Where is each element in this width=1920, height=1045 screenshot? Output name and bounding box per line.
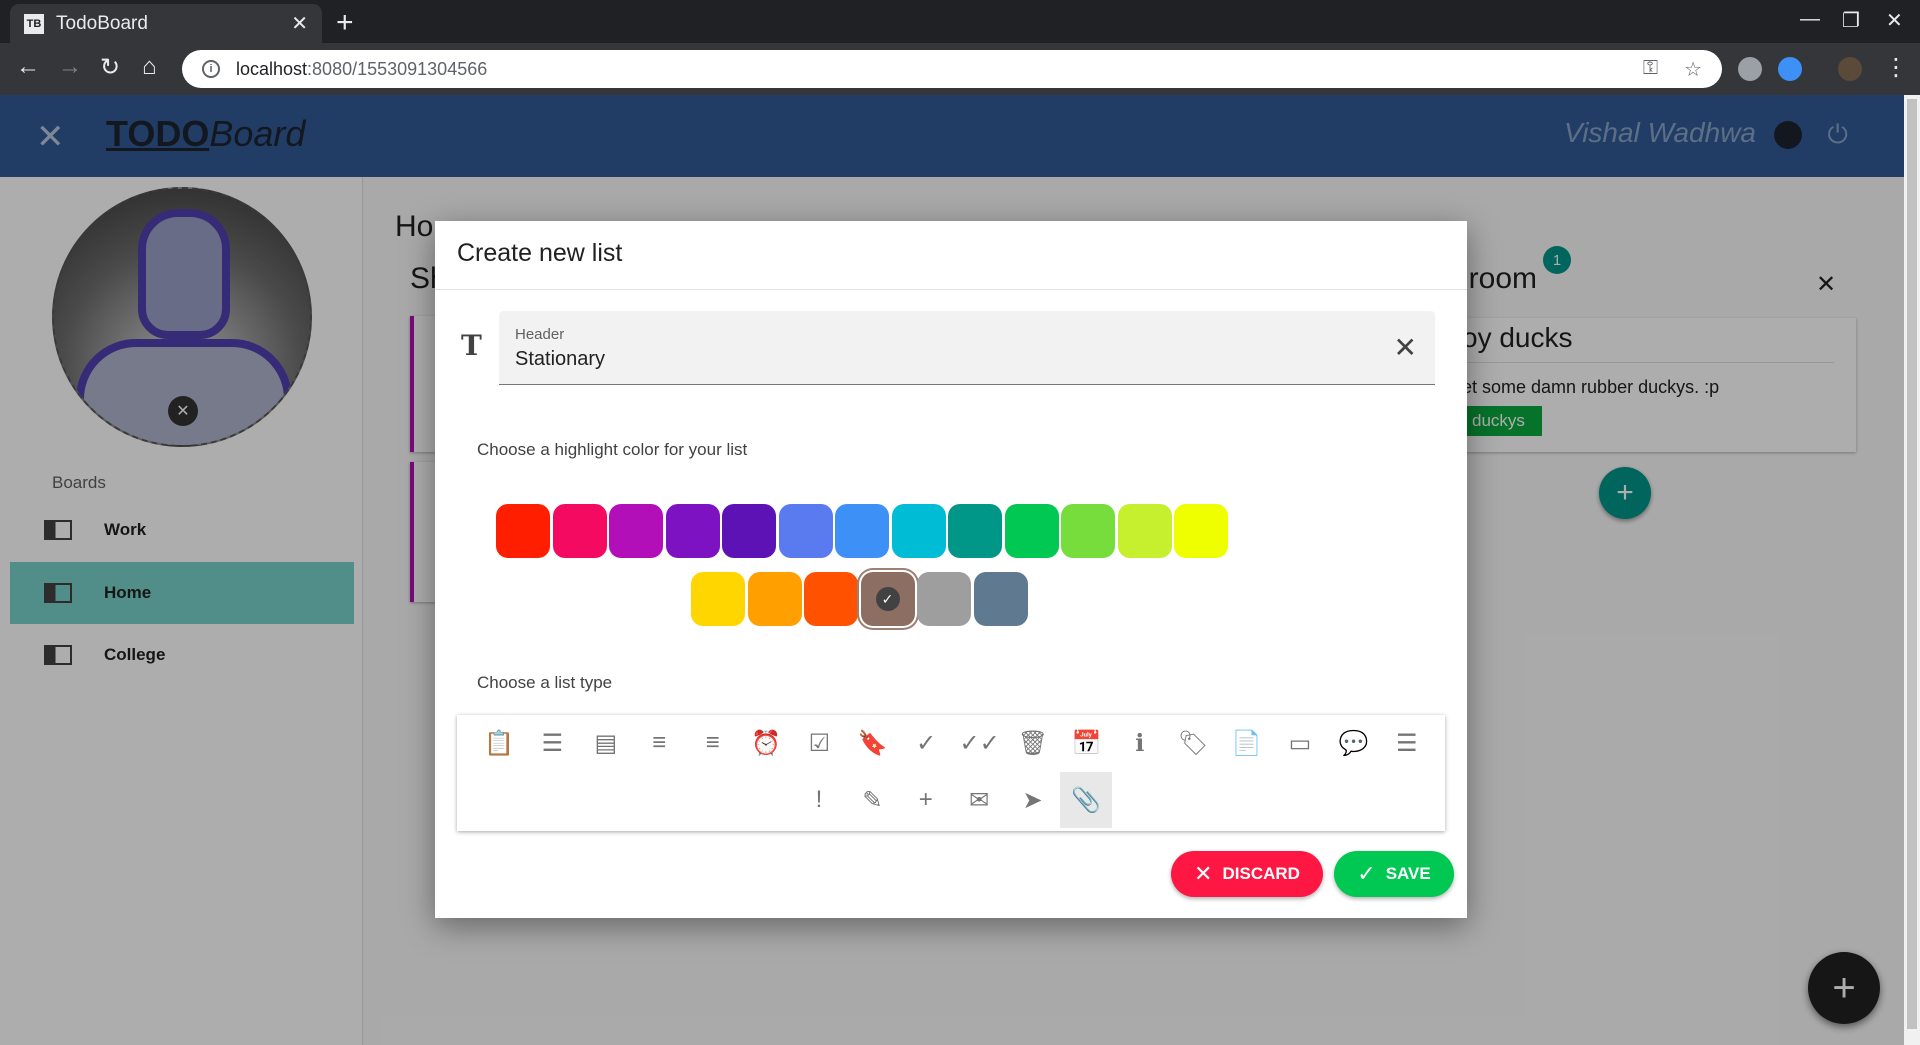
url-host: localhost: [236, 58, 308, 79]
browser-tab[interactable]: TB TodoBoard ✕: [10, 4, 322, 43]
forum-icon[interactable]: 💬: [1327, 715, 1379, 771]
color-swatch[interactable]: [1174, 504, 1228, 558]
color-swatch[interactable]: [1004, 504, 1059, 558]
reload-icon[interactable]: ↻: [100, 53, 120, 82]
color-swatch[interactable]: [747, 572, 802, 626]
color-swatch[interactable]: [973, 572, 1028, 626]
color-prompt: Choose a highlight color for your list: [477, 440, 748, 459]
color-swatch[interactable]: [778, 504, 833, 558]
save-label: SAVE: [1385, 864, 1431, 883]
attach-file-icon[interactable]: 📎: [1060, 772, 1112, 828]
info-icon[interactable]: ℹ: [1114, 715, 1166, 771]
subject-icon[interactable]: ☰: [1381, 715, 1433, 771]
url-path: :8080/1553091304566: [307, 58, 488, 79]
alarm-icon[interactable]: ⏰: [740, 715, 792, 771]
new-tab-icon[interactable]: +: [336, 6, 354, 40]
adblock-extension-icon[interactable]: [1738, 57, 1762, 81]
home-icon[interactable]: ⌂: [142, 53, 157, 81]
color-swatch[interactable]: [665, 504, 720, 558]
tab-favicon-icon: TB: [24, 13, 44, 34]
header-field[interactable]: Header ✕: [499, 311, 1435, 385]
scrollbar-thumb[interactable]: [1907, 99, 1917, 1029]
color-swatch[interactable]: [948, 504, 1002, 558]
email-icon[interactable]: ✉: [953, 772, 1005, 828]
save-button[interactable]: ✓ SAVE: [1334, 851, 1454, 897]
check-icon: ✓: [875, 587, 900, 611]
credit-card-icon[interactable]: ▭: [1274, 715, 1326, 771]
key-icon[interactable]: ⚿: [1643, 57, 1658, 82]
color-swatch[interactable]: [835, 504, 889, 558]
create-list-dialog: Create new list T Header ✕ Choose a high…: [435, 221, 1467, 918]
close-icon: ✕: [1194, 861, 1213, 886]
profile-avatar-icon[interactable]: [1838, 57, 1862, 81]
done-all-icon[interactable]: ✓✓: [954, 715, 1006, 771]
extension-icon[interactable]: [1778, 57, 1802, 81]
window-close-icon[interactable]: ✕: [1886, 8, 1903, 33]
color-swatch[interactable]: [722, 504, 776, 558]
color-swatch[interactable]: [917, 572, 971, 626]
tab-close-icon[interactable]: ✕: [291, 11, 308, 36]
text-format-icon: T: [461, 329, 482, 362]
color-swatch[interactable]: [804, 572, 858, 626]
color-swatch[interactable]: ✓: [860, 572, 915, 626]
list-icon[interactable]: ☰: [526, 715, 578, 771]
restore-icon[interactable]: ❐: [1842, 8, 1860, 33]
delete-icon[interactable]: 🗑: [1007, 715, 1059, 771]
header-input[interactable]: [515, 348, 1315, 371]
color-swatch[interactable]: [691, 572, 745, 626]
dialog-title: Create new list: [457, 239, 623, 267]
address-bar[interactable]: i localhost:8080/1553091304566 ⚿ ☆: [182, 50, 1722, 88]
tab-title: TodoBoard: [56, 12, 148, 34]
minimize-icon[interactable]: —: [1800, 8, 1820, 31]
view-list-icon[interactable]: ▤: [580, 715, 632, 771]
star-icon[interactable]: ☆: [1684, 57, 1702, 82]
forward-icon[interactable]: →: [58, 53, 82, 81]
assignment-turned-in-icon[interactable]: ☑: [793, 715, 845, 771]
color-swatch[interactable]: [891, 504, 946, 558]
playlist-play-icon[interactable]: ≡: [687, 715, 739, 771]
bookmark-icon[interactable]: 🔖: [847, 715, 899, 771]
check-circle-icon: ✓: [1357, 861, 1376, 886]
back-icon[interactable]: ←: [16, 53, 40, 81]
site-info-icon[interactable]: i: [202, 60, 220, 78]
color-swatch[interactable]: [1117, 504, 1172, 558]
playlist-check-icon[interactable]: ≡: [633, 715, 685, 771]
color-swatch[interactable]: [609, 504, 663, 558]
dialog-divider: [435, 289, 1467, 290]
header-field-label: Header: [515, 326, 565, 343]
add-icon[interactable]: +: [900, 772, 952, 828]
discard-label: DISCARD: [1222, 864, 1300, 883]
browser-toolbar: ← → ↻ ⌂ i localhost:8080/1553091304566 ⚿…: [0, 43, 1920, 95]
menu-icon[interactable]: ⋮: [1884, 53, 1908, 82]
error-icon[interactable]: !: [793, 772, 845, 828]
assignment-icon[interactable]: 📋: [473, 715, 525, 771]
edit-icon[interactable]: ✎: [846, 772, 898, 828]
list-type-picker: 📋 ☰ ▤ ≡ ≡ ⏰ ☑ 🔖 ✓ ✓✓ 🗑 📅 ℹ 🏷 📄 ▭ 💬 ☰! ✎ + ✉ ➤ 📎: [457, 715, 1445, 831]
color-swatch[interactable]: [1061, 504, 1115, 558]
check-icon[interactable]: ✓: [900, 715, 952, 771]
note-add-icon[interactable]: 📄: [1221, 715, 1273, 771]
event-icon[interactable]: 📅: [1060, 715, 1112, 771]
browser-tab-strip: TB TodoBoard ✕ + — ❐ ✕: [0, 0, 1920, 43]
color-swatch[interactable]: [496, 504, 550, 558]
scrollbar[interactable]: [1904, 95, 1920, 1045]
clear-icon[interactable]: ✕: [1394, 331, 1417, 364]
color-swatch[interactable]: [552, 504, 607, 558]
type-prompt: Choose a list type: [477, 673, 613, 692]
discard-button[interactable]: ✕ DISCARD: [1171, 851, 1323, 897]
send-icon[interactable]: ➤: [1007, 772, 1059, 828]
label-icon[interactable]: 🏷: [1167, 715, 1219, 771]
